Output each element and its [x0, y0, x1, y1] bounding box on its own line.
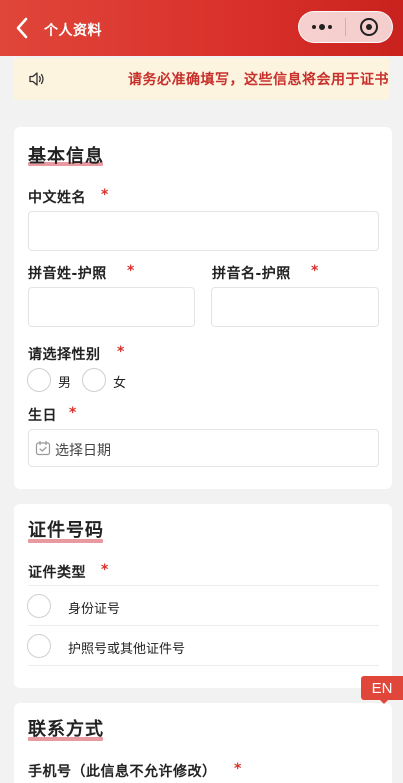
pinyin-surname-label: 拼音姓-护照 [28, 266, 107, 282]
required-mark: * [69, 405, 77, 421]
birthday-label: 生日 [28, 408, 57, 424]
required-mark: * [127, 263, 135, 279]
required-mark: * [117, 344, 125, 360]
passport-label[interactable]: 护照号或其他证件号 [68, 638, 185, 657]
section-title-id: 证件号码 [28, 520, 104, 541]
section-title-basic: 基本信息 [28, 146, 104, 167]
speaker-icon [28, 70, 46, 88]
section-title-contact: 联系方式 [28, 719, 104, 740]
required-mark: * [101, 562, 109, 578]
contact-card: 联系方式 手机号（此信息不允许修改） * [14, 703, 392, 783]
id-type-label: 证件类型 [28, 565, 86, 581]
birthday-placeholder: 选择日期 [55, 443, 111, 459]
id-card-radio[interactable] [27, 594, 51, 618]
language-label[interactable]: EN [361, 676, 403, 700]
id-card-label[interactable]: 身份证号 [68, 598, 120, 617]
calendar-icon [35, 440, 51, 456]
mini-program-capsule [298, 11, 393, 43]
notice-text: 请务必准确填写，这些信息将会用于证书 [128, 72, 389, 88]
gender-label: 请选择性别 [28, 347, 101, 363]
close-mini-program-icon[interactable] [346, 11, 392, 43]
more-icon[interactable] [299, 11, 345, 43]
pinyin-given-input[interactable] [211, 287, 379, 327]
gender-female-radio[interactable] [82, 368, 106, 392]
divider [28, 665, 379, 666]
passport-radio[interactable] [27, 634, 51, 658]
gender-female-label[interactable]: 女 [113, 372, 126, 391]
page-title: 个人资料 [44, 23, 102, 39]
nav-bar: 个人资料 [0, 0, 403, 56]
id-number-card: 证件号码 证件类型 * 身份证号 护照号或其他证件号 [14, 504, 392, 688]
badge-tail [379, 699, 389, 704]
phone-label: 手机号（此信息不允许修改） [28, 764, 217, 780]
chinese-name-label: 中文姓名 [28, 190, 86, 206]
required-mark: * [101, 187, 109, 203]
basic-info-card: 基本信息 中文姓名 * 拼音姓-护照 * 拼音名-护照 * 请选择性别 * 男 … [14, 127, 392, 489]
back-icon[interactable] [10, 14, 34, 42]
pinyin-given-label: 拼音名-护照 [212, 266, 291, 282]
required-mark: * [311, 263, 319, 279]
required-mark: * [234, 761, 242, 777]
pinyin-surname-input[interactable] [28, 287, 195, 327]
notice-bar: 请务必准确填写，这些信息将会用于证书 [14, 58, 389, 100]
divider [28, 585, 379, 586]
birthday-date-picker[interactable]: 选择日期 [28, 429, 379, 467]
chinese-name-input[interactable] [28, 211, 379, 251]
language-switch-button[interactable]: EN [361, 676, 403, 704]
gender-male-label[interactable]: 男 [58, 372, 71, 391]
divider [28, 625, 379, 626]
gender-male-radio[interactable] [27, 368, 51, 392]
